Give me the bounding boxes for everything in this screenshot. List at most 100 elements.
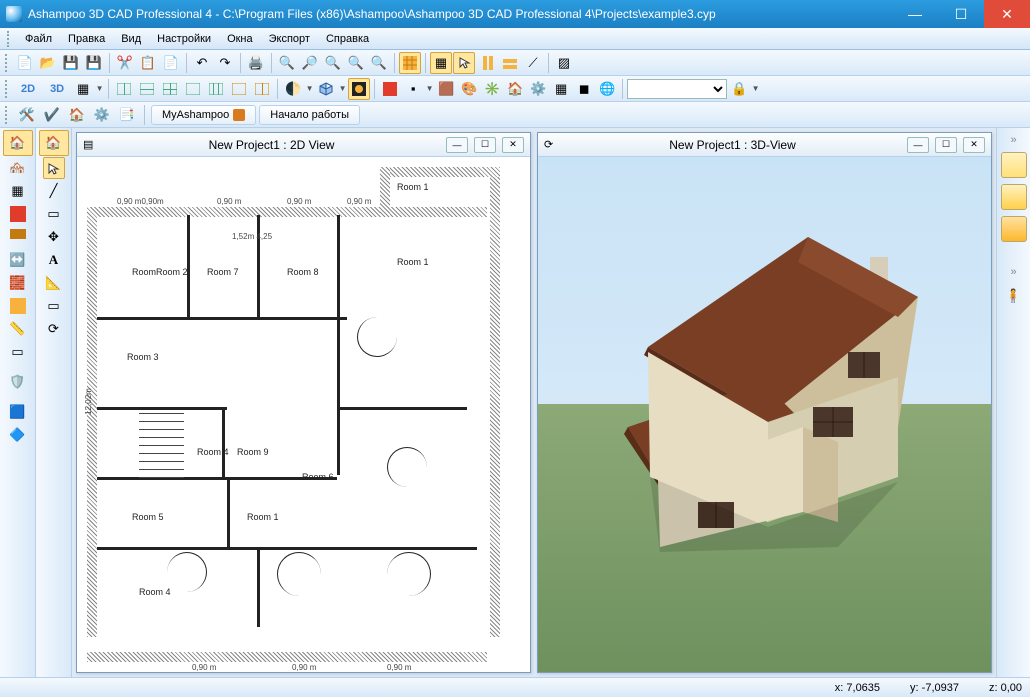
grid-mode-button[interactable]: ▦: [430, 52, 452, 74]
rect-tool-button[interactable]: ▭: [43, 295, 65, 317]
view-min-button[interactable]: —: [907, 137, 929, 153]
view-preset-button[interactable]: ▦: [72, 78, 94, 100]
view-close-button[interactable]: ✕: [502, 137, 524, 153]
dropdown-arrow-icon[interactable]: ▼: [425, 84, 434, 93]
toolbar-handle[interactable]: [7, 31, 13, 47]
dropdown-arrow-icon[interactable]: ▼: [751, 84, 760, 93]
mode-3d-button[interactable]: 3D: [43, 78, 71, 100]
cursor-button[interactable]: [453, 52, 475, 74]
line-tool-button[interactable]: ╱: [43, 180, 65, 202]
zoom-all-button[interactable]: 🔍: [368, 52, 390, 74]
view-close-button[interactable]: ✕: [963, 137, 985, 153]
person-button[interactable]: 🧍: [1002, 284, 1026, 308]
tool-layers-button[interactable]: 📑: [116, 104, 138, 126]
floor-tool-button[interactable]: 🏠: [3, 130, 33, 156]
light-time-button[interactable]: 🌓: [282, 78, 304, 100]
obj-roof-button[interactable]: 🟫: [435, 78, 457, 100]
zoom-window-button[interactable]: 🔍: [345, 52, 367, 74]
toolbar-handle[interactable]: [5, 80, 10, 98]
toolbar-handle[interactable]: [5, 106, 10, 124]
ruler-h-button[interactable]: [499, 52, 521, 74]
view-body-3d[interactable]: [538, 157, 991, 672]
grid-view-button[interactable]: ▦: [7, 180, 29, 202]
layout-4-button[interactable]: [182, 78, 204, 100]
tab-getting-started[interactable]: Начало работы: [259, 105, 360, 125]
mode-2d-button[interactable]: 2D: [14, 78, 42, 100]
lock-selection-button[interactable]: 🔒: [728, 78, 750, 100]
toggle-grid-button[interactable]: [399, 52, 421, 74]
menu-view[interactable]: Вид: [113, 31, 149, 47]
new-file-button[interactable]: 📄: [14, 52, 36, 74]
view-max-button[interactable]: ☐: [935, 137, 957, 153]
palette-button[interactable]: ▪: [402, 78, 424, 100]
catalog-tab-2[interactable]: [1001, 184, 1027, 210]
dropdown-arrow-icon[interactable]: ▼: [95, 84, 104, 93]
ruler-v-button[interactable]: [476, 52, 498, 74]
tool-check-button[interactable]: ✔️: [41, 104, 63, 126]
layout-3-button[interactable]: [159, 78, 181, 100]
obj-grid-button[interactable]: ▦: [550, 78, 572, 100]
layout-1-button[interactable]: [113, 78, 135, 100]
layout-5-button[interactable]: [205, 78, 227, 100]
ruler-tool-button[interactable]: 📏: [7, 318, 29, 340]
window-maximize-button[interactable]: [938, 0, 984, 28]
zoom-fit-button[interactable]: 🔍: [322, 52, 344, 74]
copy-button[interactable]: 📋: [137, 52, 159, 74]
menu-file[interactable]: Файл: [17, 31, 60, 47]
view-body-2d[interactable]: Room 1 Room 1 RoomRoom 2 Room 3 Room 4 R…: [77, 157, 530, 672]
open-file-button[interactable]: 📂: [37, 52, 59, 74]
toolbar-handle[interactable]: [5, 54, 10, 72]
menu-help[interactable]: Справка: [318, 31, 377, 47]
tab-myashampoo[interactable]: MyAshampoo: [151, 105, 256, 125]
tile-yellow-button[interactable]: [7, 295, 29, 317]
layout-7-button[interactable]: [251, 78, 273, 100]
dropdown-arrow-icon[interactable]: ▼: [305, 84, 314, 93]
render-mode-button[interactable]: [348, 78, 370, 100]
dimension-button[interactable]: ↔️: [7, 249, 29, 271]
menu-windows[interactable]: Окна: [219, 31, 261, 47]
obj-fan-button[interactable]: ✳️: [481, 78, 503, 100]
select-mode-button[interactable]: 🏠: [39, 130, 69, 156]
menu-export[interactable]: Экспорт: [261, 31, 318, 47]
paste-button[interactable]: 📄: [160, 52, 182, 74]
pointer-tool-button[interactable]: [43, 157, 65, 179]
rotate-tool-button[interactable]: ⟳: [43, 318, 65, 340]
obj-gear-button[interactable]: ⚙️: [527, 78, 549, 100]
layout-6-button[interactable]: [228, 78, 250, 100]
wall-section-button[interactable]: [7, 226, 29, 248]
brick-button[interactable]: 🧱: [7, 272, 29, 294]
zoom-in-button[interactable]: 🔍: [276, 52, 298, 74]
expand-chevron-icon[interactable]: »: [1010, 266, 1016, 278]
tool-opts-button[interactable]: ⚙️: [91, 104, 113, 126]
view-min-button[interactable]: —: [446, 137, 468, 153]
3d-object-button[interactable]: 🟦: [7, 401, 29, 423]
selection-combo[interactable]: [627, 79, 727, 99]
color-button[interactable]: [379, 78, 401, 100]
tool-house-button[interactable]: 🏠: [66, 104, 88, 126]
save-as-button[interactable]: 💾: [83, 52, 105, 74]
shield-tool-button[interactable]: 🛡️: [7, 371, 29, 393]
obj-globe-button[interactable]: 🌐: [596, 78, 618, 100]
obj-cube-button[interactable]: ◼: [573, 78, 595, 100]
move-tool-button[interactable]: ✥: [43, 226, 65, 248]
obj-home-button[interactable]: 🏠: [504, 78, 526, 100]
view-titlebar-2d[interactable]: ▤ New Project1 : 2D View — ☐ ✕: [77, 133, 530, 157]
menu-settings[interactable]: Настройки: [149, 31, 219, 47]
region-tool-button[interactable]: ▭: [43, 203, 65, 225]
surface-button[interactable]: ▭: [7, 341, 29, 363]
cube-view-button[interactable]: [315, 78, 337, 100]
layer-button[interactable]: ▨: [553, 52, 575, 74]
dropdown-arrow-icon[interactable]: ▼: [338, 84, 347, 93]
expand-chevron-icon[interactable]: »: [1010, 134, 1016, 146]
menu-edit[interactable]: Правка: [60, 31, 113, 47]
save-button[interactable]: 💾: [60, 52, 82, 74]
measure-tool-button[interactable]: 📐: [43, 272, 65, 294]
print-button[interactable]: 🖨️: [245, 52, 267, 74]
undo-button[interactable]: ↶: [191, 52, 213, 74]
window-close-button[interactable]: [984, 0, 1030, 28]
window-minimize-button[interactable]: [892, 0, 938, 28]
redo-button[interactable]: ↷: [214, 52, 236, 74]
roof-tool-button[interactable]: 🏘️: [7, 157, 29, 179]
text-tool-button[interactable]: A: [43, 249, 65, 271]
zoom-out-button[interactable]: 🔎: [299, 52, 321, 74]
